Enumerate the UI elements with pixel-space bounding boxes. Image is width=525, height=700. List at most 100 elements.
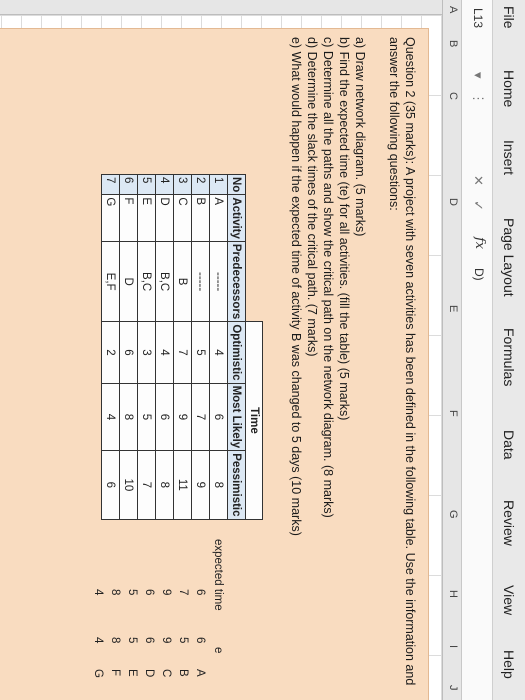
e-cell[interactable]: 6 xyxy=(194,637,206,643)
table-cell[interactable]: 1 xyxy=(209,174,228,195)
letter-cell[interactable]: A xyxy=(194,669,206,677)
col-h[interactable]: H xyxy=(447,590,459,598)
name-box[interactable]: L13 xyxy=(468,4,488,68)
menu-home[interactable]: Home xyxy=(501,70,517,107)
col-j[interactable]: J xyxy=(447,685,459,691)
table-cell[interactable]: 3 xyxy=(173,174,192,195)
col-e[interactable]: E xyxy=(447,305,459,312)
column-headers: A B C D E F G H I J xyxy=(442,0,461,700)
letter-cell[interactable]: C xyxy=(160,669,172,677)
table-cell[interactable]: B,C xyxy=(137,241,156,322)
table-cell[interactable]: 6 xyxy=(119,321,138,384)
menu-data[interactable]: Data xyxy=(501,430,517,460)
table-cell[interactable]: 7 xyxy=(191,383,210,451)
e-cell[interactable]: 5 xyxy=(126,637,138,643)
letter-cell[interactable]: F xyxy=(109,669,121,676)
table-cell[interactable]: 5 xyxy=(137,174,156,195)
expected-cell[interactable]: 6 xyxy=(194,589,206,595)
table-cell[interactable]: 6 xyxy=(101,450,120,520)
table-cell[interactable]: C xyxy=(173,194,192,242)
table-cell[interactable]: F xyxy=(119,194,138,242)
table-cell[interactable]: 8 xyxy=(155,450,174,520)
e-cell[interactable]: 6 xyxy=(143,637,155,643)
table-cell[interactable]: 4 xyxy=(101,383,120,451)
table-cell[interactable]: D xyxy=(155,194,174,242)
table-cell[interactable]: ----- xyxy=(209,241,228,322)
cancel-icon[interactable]: ✕ xyxy=(470,175,486,186)
question-textbox[interactable]: Question 2 (35 marks): A project with se… xyxy=(0,28,429,700)
confirm-icon[interactable]: ✓ xyxy=(470,200,486,211)
table-cell[interactable]: 3 xyxy=(137,321,156,384)
col-d[interactable]: D xyxy=(447,198,459,206)
expected-cell[interactable]: 8 xyxy=(109,589,121,595)
table-cell[interactable]: 5 xyxy=(137,383,156,451)
e-cell[interactable]: 9 xyxy=(160,637,172,643)
table-cell[interactable]: 4 xyxy=(209,321,228,384)
header-pessimistic: Pessimistic xyxy=(227,450,246,520)
col-f[interactable]: F xyxy=(447,410,459,417)
table-cell[interactable]: B,C xyxy=(155,241,174,322)
expected-cell[interactable]: 5 xyxy=(126,589,138,595)
table-cell[interactable]: D xyxy=(119,241,138,322)
e-cell[interactable]: 5 xyxy=(177,637,189,643)
menu-formulas[interactable]: Formulas xyxy=(501,328,517,386)
expected-cell[interactable]: 6 xyxy=(143,589,155,595)
menu-view[interactable]: View xyxy=(501,585,517,615)
letter-cell[interactable]: E xyxy=(126,669,138,677)
table-cell[interactable]: B xyxy=(191,194,210,242)
table-row: 7 G E,F 2 4 6 xyxy=(101,174,120,520)
table-cell[interactable]: 5 xyxy=(191,321,210,384)
table-cell[interactable]: G xyxy=(101,194,120,242)
table-cell[interactable]: E,F xyxy=(101,241,120,322)
table-cell[interactable]: 9 xyxy=(191,450,210,520)
menu-insert[interactable]: Insert xyxy=(501,140,517,175)
table-cell[interactable]: 2 xyxy=(101,321,120,384)
header-activity: Activity xyxy=(227,194,246,242)
table-cell[interactable]: 8 xyxy=(209,450,228,520)
table-cell[interactable]: 8 xyxy=(119,383,138,451)
formula-value[interactable]: D) xyxy=(472,268,486,281)
excel-window: File Home Insert Page Layout Formulas Da… xyxy=(0,0,525,700)
e-cell[interactable]: 8 xyxy=(109,637,121,643)
menu-page-layout[interactable]: Page Layout xyxy=(501,218,517,297)
question-items: a) Draw network diagram. (5 marks) b) Fi… xyxy=(288,37,368,536)
table-cell[interactable]: 7 xyxy=(137,450,156,520)
expected-cell[interactable]: 7 xyxy=(177,589,189,595)
menu-help[interactable]: Help xyxy=(501,650,517,679)
letter-cell[interactable]: B xyxy=(177,669,189,677)
question-intro: Question 2 (35 marks): A project with se… xyxy=(387,37,417,686)
table-cell[interactable]: 10 xyxy=(119,450,138,520)
table-cell[interactable]: 6 xyxy=(155,383,174,451)
dropdown-icon[interactable]: ▾ xyxy=(470,72,486,79)
table-cell[interactable]: E xyxy=(137,194,156,242)
table-cell[interactable]: 7 xyxy=(173,321,192,384)
letter-cell[interactable]: D xyxy=(143,669,155,677)
col-i[interactable]: I xyxy=(447,645,459,648)
table-cell[interactable]: 9 xyxy=(173,383,192,451)
col-b[interactable]: B xyxy=(447,40,459,47)
header-no: No xyxy=(227,174,246,195)
e-cell[interactable]: 4 xyxy=(92,637,104,643)
expected-cell[interactable]: 9 xyxy=(160,589,172,595)
table-cell[interactable]: 6 xyxy=(209,383,228,451)
more-icon[interactable]: ⋮ xyxy=(470,92,486,105)
letter-cell[interactable]: G xyxy=(92,669,104,678)
table-cell[interactable]: 2 xyxy=(191,174,210,195)
formula-bar: L13 ▾ ⋮ ✕ ✓ fx D) xyxy=(461,0,492,700)
table-cell[interactable]: 4 xyxy=(155,174,174,195)
menu-file[interactable]: File xyxy=(501,6,517,29)
fx-icon[interactable]: fx xyxy=(472,237,487,249)
table-cell[interactable]: 7 xyxy=(101,174,120,195)
table-cell[interactable]: 4 xyxy=(155,321,174,384)
col-c[interactable]: C xyxy=(447,92,459,100)
table-cell[interactable]: 11 xyxy=(173,450,192,520)
table-cell[interactable]: 6 xyxy=(119,174,138,195)
table-cell[interactable]: B xyxy=(173,241,192,322)
table-cell[interactable]: ----- xyxy=(191,241,210,322)
expected-cell[interactable]: 4 xyxy=(92,589,104,595)
header-optimistic: Optimistic xyxy=(227,321,246,384)
col-g[interactable]: G xyxy=(447,510,459,519)
table-cell[interactable]: A xyxy=(209,194,228,242)
col-a[interactable]: A xyxy=(447,6,459,13)
menu-review[interactable]: Review xyxy=(501,500,517,546)
